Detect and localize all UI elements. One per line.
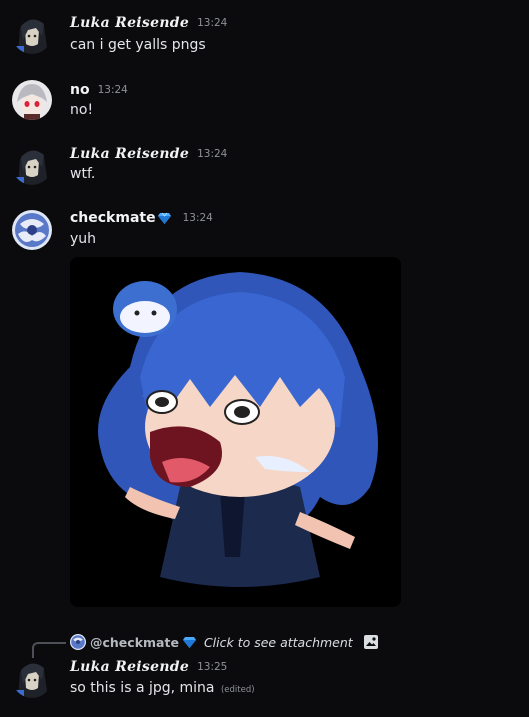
timestamp: 13:24 [197,17,228,29]
timestamp: 13:24 [182,212,213,224]
avatar-luka[interactable] [12,658,52,698]
avatar-luka[interactable] [12,145,52,185]
timestamp: 13:24 [197,148,228,160]
message-2: no 13:24 no! [0,78,529,128]
message-4: checkmate 13:24 yuh [0,208,529,250]
timestamp: 13:25 [197,661,228,673]
reply-avatar [70,634,86,650]
message-3: Luka Reisende 13:24 wtf. [0,143,529,193]
luka-avatar-art [12,14,52,54]
author-name[interactable]: Luka Reisende [70,146,189,162]
message-text: wtf. [70,166,96,182]
reply-mention[interactable]: @checkmate [90,635,179,650]
message-text: yuh [70,231,97,247]
author-name[interactable]: Luka Reisende [70,659,189,675]
image-icon [363,635,378,649]
author-name[interactable]: no [70,82,90,98]
reply-preview[interactable]: @checkmate Click to see attachment [70,633,379,651]
checkmate-avatar-art [12,210,52,250]
message-text: so this is a jpg, mina (edited) [70,680,255,696]
chibi-crying-girl-image [70,257,401,607]
message-text: can i get yalls pngs [70,37,206,53]
luka-avatar-art [12,145,52,185]
diamond-gem-icon [182,637,196,648]
message-text-content: so this is a jpg, mina [70,680,215,696]
author-name[interactable]: Luka Reisende [70,15,189,31]
no-avatar-art [12,80,52,120]
reply-text[interactable]: Click to see attachment [204,635,353,650]
diamond-gem-icon [157,212,171,224]
avatar-luka[interactable] [12,14,52,54]
luka-avatar-art [12,658,52,698]
author-name[interactable]: checkmate [70,210,156,226]
chat-log: Luka Reisende 13:24 can i get yalls pngs… [0,0,529,717]
avatar-checkmate[interactable] [12,210,52,250]
avatar-no[interactable] [12,80,52,120]
message-5: Luka Reisende 13:25 so this is a jpg, mi… [0,656,529,706]
message-text: no! [70,102,94,118]
message-1: Luka Reisende 13:24 can i get yalls pngs [0,12,529,62]
image-attachment[interactable] [70,257,401,607]
timestamp: 13:24 [97,84,128,96]
edited-label: (edited) [220,685,255,695]
